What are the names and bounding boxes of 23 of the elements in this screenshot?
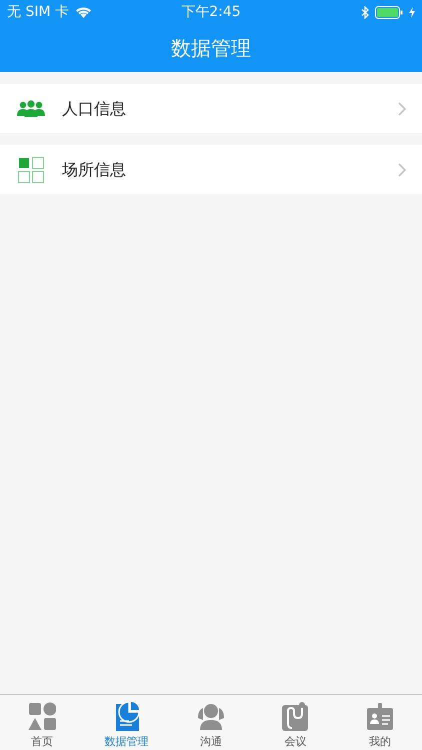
tab-item[interactable]: 首页 — [0, 695, 84, 750]
shapes-icon — [28, 702, 56, 732]
bluetooth-icon — [361, 6, 369, 18]
badge-icon — [366, 702, 394, 732]
chevron-right-icon — [398, 102, 406, 116]
tab-item[interactable]: 会议 — [253, 695, 338, 750]
menu-row[interactable]: 人口信息 — [0, 84, 422, 133]
carrier-text: 无 SIM 卡 — [7, 2, 69, 22]
tab-item[interactable]: 数据管理 — [84, 695, 169, 750]
menu-label: 场所信息 — [62, 158, 127, 180]
people-icon — [17, 100, 45, 118]
tab-item[interactable]: 我的 — [338, 695, 422, 750]
time-text: 下午2:45 — [181, 2, 241, 22]
grid-icon — [18, 156, 44, 182]
menu-label: 人口信息 — [62, 98, 127, 120]
chevron-right-icon — [398, 162, 406, 176]
menu-row[interactable]: 场所信息 — [0, 145, 422, 194]
tab-item[interactable]: 沟通 — [168, 695, 254, 750]
charging-icon — [409, 6, 415, 18]
nav-title: 数据管理 — [171, 35, 251, 62]
battery-icon — [375, 6, 403, 18]
wifi-icon — [75, 6, 92, 18]
people-icon — [197, 702, 226, 732]
